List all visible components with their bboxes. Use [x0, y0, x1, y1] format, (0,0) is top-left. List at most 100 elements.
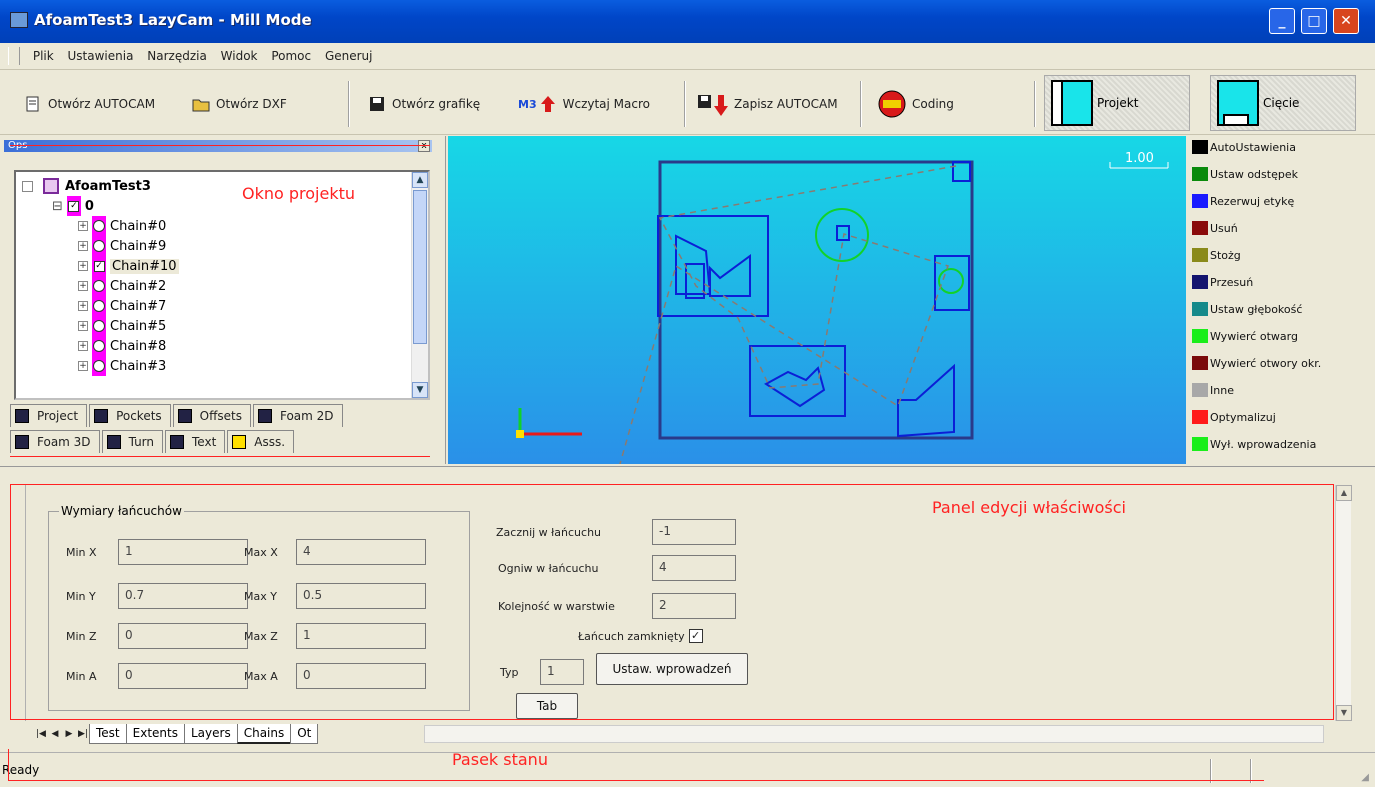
drawing-canvas[interactable]: 1.00	[448, 136, 1186, 464]
menu-view[interactable]: Widok	[216, 43, 263, 63]
legend-swatch	[1192, 329, 1208, 343]
selected-circle[interactable]	[815, 208, 869, 262]
project-view-button[interactable]: Projekt	[1044, 75, 1190, 131]
scroll-up-icon[interactable]: ▲	[412, 172, 428, 188]
open-file-icon	[24, 95, 42, 113]
tab-pockets[interactable]: Pockets	[89, 404, 171, 427]
tree-root[interactable]: AfoamTest3	[22, 176, 151, 196]
tree-chain-item[interactable]: + Chain#5	[78, 316, 166, 336]
axis-gizmo	[516, 408, 582, 438]
tree-expand-icon[interactable]: +	[78, 261, 88, 271]
tree-expand-icon[interactable]: +	[78, 361, 88, 371]
prev-sheet-icon[interactable]: ◀	[48, 725, 62, 743]
center-pocket[interactable]	[836, 225, 850, 241]
close-button[interactable]: ✕	[1333, 8, 1359, 34]
stock-outline[interactable]	[658, 160, 974, 440]
title-bar[interactable]: AfoamTest3 LazyCam - Mill Mode _ □ ✕	[0, 0, 1375, 43]
last-sheet-icon[interactable]: ▶|	[76, 725, 90, 743]
tree-expand-icon[interactable]: +	[78, 221, 88, 231]
tree-layer-label: 0	[84, 198, 94, 214]
legend-swatch	[1192, 167, 1208, 181]
tree-expand-icon[interactable]: +	[78, 321, 88, 331]
tab-offsets[interactable]: Offsets	[172, 404, 251, 427]
tab-turn[interactable]: Turn	[101, 430, 164, 453]
save-cam-button[interactable]: Zapisz AUTOCAM	[698, 91, 838, 117]
next-sheet-icon[interactable]: ▶	[62, 725, 76, 743]
properties-scrollbar[interactable]: ▲ ▼	[1335, 485, 1352, 721]
first-sheet-icon[interactable]: |◀	[34, 725, 48, 743]
tree-collapse-icon[interactable]: ⊟	[52, 199, 63, 214]
sheet-tab-ot[interactable]: Ot	[290, 724, 319, 744]
tree-expand-icon[interactable]: +	[78, 281, 88, 291]
tree-expand-icon[interactable]: +	[78, 301, 88, 311]
right-drill[interactable]	[938, 268, 964, 294]
scroll-down-icon[interactable]: ▼	[1336, 705, 1352, 721]
cad-viewport[interactable]: 1.00	[448, 136, 1186, 464]
save-graphics-button[interactable]: Otwórz grafikę	[368, 91, 480, 117]
scroll-down-icon[interactable]: ▼	[412, 382, 428, 398]
left-slot[interactable]	[685, 263, 705, 299]
tab-project[interactable]: Project	[10, 404, 88, 427]
coding-button[interactable]: Coding	[878, 90, 954, 118]
legend-item[interactable]: Optymalizuj	[1192, 408, 1276, 426]
tab-asss[interactable]: Asss.	[227, 430, 295, 453]
menu-file[interactable]: Plik	[28, 43, 59, 63]
legend-item[interactable]: Wywierć otwarg	[1192, 327, 1298, 345]
legend-item[interactable]: Rezerwuj etykę	[1192, 192, 1294, 210]
tree-chain-item[interactable]: + Chain#2	[78, 276, 166, 296]
bottom-profile[interactable]	[764, 366, 826, 408]
menu-tools[interactable]: Narzędzia	[142, 43, 212, 63]
tab-foam-2d-label: Foam 2D	[279, 409, 334, 423]
tree-chain-item[interactable]: + Chain#9	[78, 236, 166, 256]
legend-item[interactable]: Ustaw głębokość	[1192, 300, 1302, 318]
tree-layer[interactable]: ⊟ ✓ 0	[52, 196, 94, 216]
tree-chain-label: Chain#8	[110, 338, 167, 354]
zigzag-profile[interactable]	[709, 254, 751, 297]
tree-chain-item[interactable]: + Chain#7	[78, 296, 166, 316]
open-dxf-button[interactable]: Otwórz DXF	[192, 91, 287, 117]
tree-chain-item[interactable]: + Chain#3	[78, 356, 166, 376]
maximize-button[interactable]: □	[1301, 8, 1327, 34]
legend-item[interactable]: Usuń	[1192, 219, 1238, 237]
sheet-tab-test[interactable]: Test	[89, 724, 127, 744]
sheet-tab-chains[interactable]: Chains	[236, 724, 292, 744]
horizontal-scrollbar[interactable]	[424, 725, 1324, 743]
root-checkbox[interactable]	[22, 180, 33, 192]
legend-item[interactable]: Ustaw odstępek	[1192, 165, 1298, 183]
scroll-up-icon[interactable]: ▲	[1336, 485, 1352, 501]
legend-item[interactable]: Przesuń	[1192, 273, 1253, 291]
legend-item[interactable]: Wywierć otwory okr.	[1192, 354, 1321, 372]
left-pocket[interactable]	[657, 215, 769, 317]
tree-chain-item[interactable]: + ✓ Chain#10	[78, 256, 179, 276]
tree-chain-item[interactable]: + Chain#8	[78, 336, 166, 356]
menu-generate[interactable]: Generuj	[320, 43, 378, 63]
tab-foam-2d[interactable]: Foam 2D	[252, 404, 343, 427]
save-cam-label: Zapisz AUTOCAM	[734, 97, 838, 111]
corner-pocket[interactable]	[952, 161, 971, 182]
legend-item[interactable]: Wył. wprowadzenia	[1192, 435, 1316, 453]
save-graphics-label: Otwórz grafikę	[392, 97, 481, 111]
menu-help[interactable]: Pomoc	[266, 43, 316, 63]
open-autocam-button[interactable]: Otwórz AUTOCAM	[24, 91, 155, 117]
minimize-button[interactable]: _	[1269, 8, 1295, 34]
sheet-tab-layers[interactable]: Layers	[183, 724, 238, 744]
legend-swatch	[1192, 437, 1208, 451]
resize-grip-icon[interactable]: ◢	[1361, 772, 1369, 783]
tree-chain-item[interactable]: + Chain#0	[78, 216, 166, 236]
project-tree[interactable]: AfoamTest3 ⊟ ✓ 0 + Chain#0 + Chain#9 + ✓ Chain…	[14, 170, 430, 400]
load-macro-button[interactable]: M3 Wczytaj Macro	[518, 91, 650, 117]
menu-settings[interactable]: Ustawienia	[63, 43, 139, 63]
scroll-thumb[interactable]	[413, 190, 427, 344]
tree-expand-icon[interactable]: +	[78, 241, 88, 251]
legend-item[interactable]: AutoUstawienia	[1192, 138, 1296, 156]
tree-expand-icon[interactable]: +	[78, 341, 88, 351]
outline-view-button[interactable]: Cięcie	[1210, 75, 1356, 131]
legend-item[interactable]: Stożg	[1192, 246, 1241, 264]
legend-item[interactable]: Inne	[1192, 381, 1234, 399]
tab-text[interactable]: Text	[165, 430, 226, 453]
corner-profile[interactable]	[897, 363, 955, 438]
tree-scrollbar[interactable]: ▲ ▼	[411, 172, 428, 398]
panel-close-icon[interactable]: x	[418, 140, 430, 152]
sheet-tab-extents[interactable]: Extents	[125, 724, 185, 744]
tab-foam-3d[interactable]: Foam 3D	[10, 430, 100, 453]
